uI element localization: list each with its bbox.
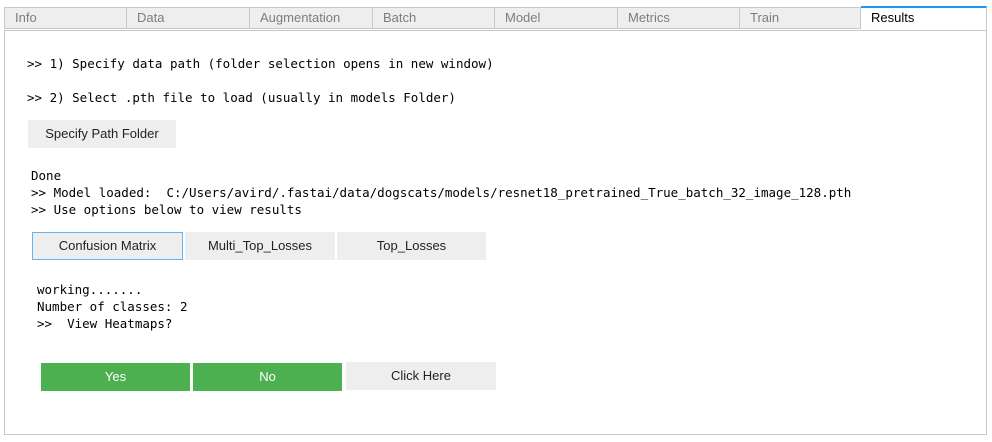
instruction-step2: >> 2) Select .pth file to load (usually … bbox=[27, 90, 456, 105]
top-losses-button[interactable]: Top_Losses bbox=[337, 232, 486, 260]
tab-results[interactable]: Results bbox=[861, 6, 987, 32]
tab-augmentation[interactable]: Augmentation bbox=[250, 7, 373, 29]
tab-train[interactable]: Train bbox=[740, 7, 861, 29]
no-button[interactable]: No bbox=[193, 363, 342, 391]
status-done: Done bbox=[31, 168, 62, 183]
output-heatmaps-prompt: >> View Heatmaps? bbox=[37, 316, 173, 331]
tab-bar: Info Data Augmentation Batch Model Metri… bbox=[4, 6, 987, 32]
results-panel: >> 1) Specify data path (folder selectio… bbox=[4, 30, 987, 435]
status-model-loaded: >> Model loaded: C:/Users/avird/.fastai/… bbox=[31, 185, 852, 200]
tab-info[interactable]: Info bbox=[4, 7, 127, 29]
tab-metrics[interactable]: Metrics bbox=[618, 7, 740, 29]
tab-data[interactable]: Data bbox=[127, 7, 250, 29]
instruction-step1: >> 1) Specify data path (folder selectio… bbox=[27, 56, 494, 71]
specify-path-folder-button[interactable]: Specify Path Folder bbox=[28, 120, 176, 148]
click-here-button[interactable]: Click Here bbox=[346, 362, 496, 390]
output-working: working....... bbox=[37, 282, 143, 297]
multi-top-losses-button[interactable]: Multi_Top_Losses bbox=[185, 232, 335, 260]
yes-button[interactable]: Yes bbox=[41, 363, 190, 391]
confusion-matrix-button[interactable]: Confusion Matrix bbox=[32, 232, 183, 260]
tab-batch[interactable]: Batch bbox=[373, 7, 495, 29]
status-use-options: >> Use options below to view results bbox=[31, 202, 302, 217]
output-num-classes: Number of classes: 2 bbox=[37, 299, 188, 314]
tab-model[interactable]: Model bbox=[495, 7, 618, 29]
